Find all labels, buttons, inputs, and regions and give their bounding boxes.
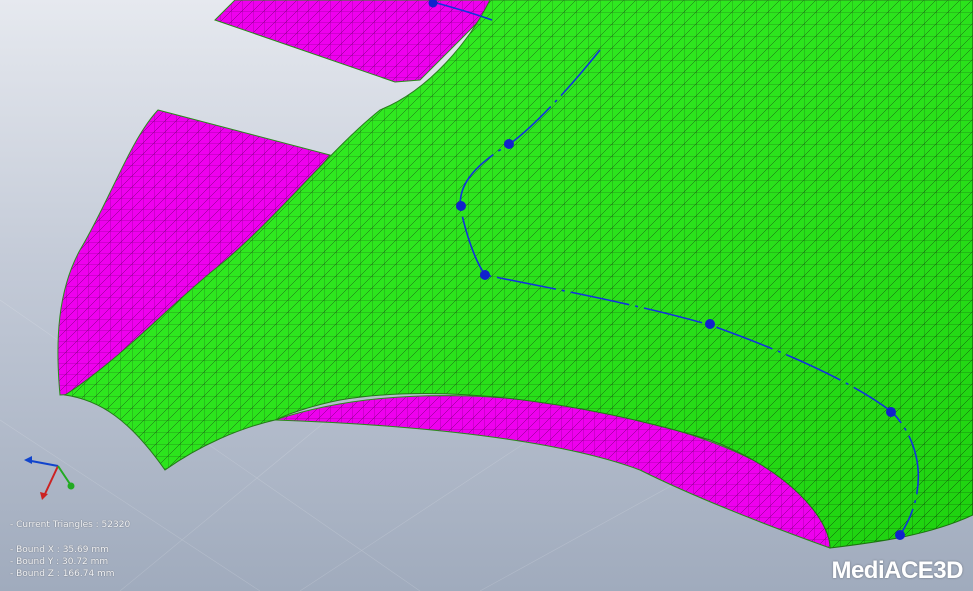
axis-triad-icon	[24, 456, 75, 500]
mesh-scene[interactable]	[0, 0, 973, 591]
current-triangles-readout: - Current Triangles : 52320	[10, 520, 131, 530]
app-logo: MediACE3D	[831, 557, 963, 584]
3d-viewport[interactable]: - Current Triangles : 52320 - Bound X : …	[0, 0, 973, 591]
bound-x-readout: - Bound X : 35.69 mm	[10, 545, 109, 555]
bound-y-readout: - Bound Y : 30.72 mm	[10, 557, 109, 567]
bound-z-readout: - Bound Z : 166.74 mm	[10, 569, 115, 579]
